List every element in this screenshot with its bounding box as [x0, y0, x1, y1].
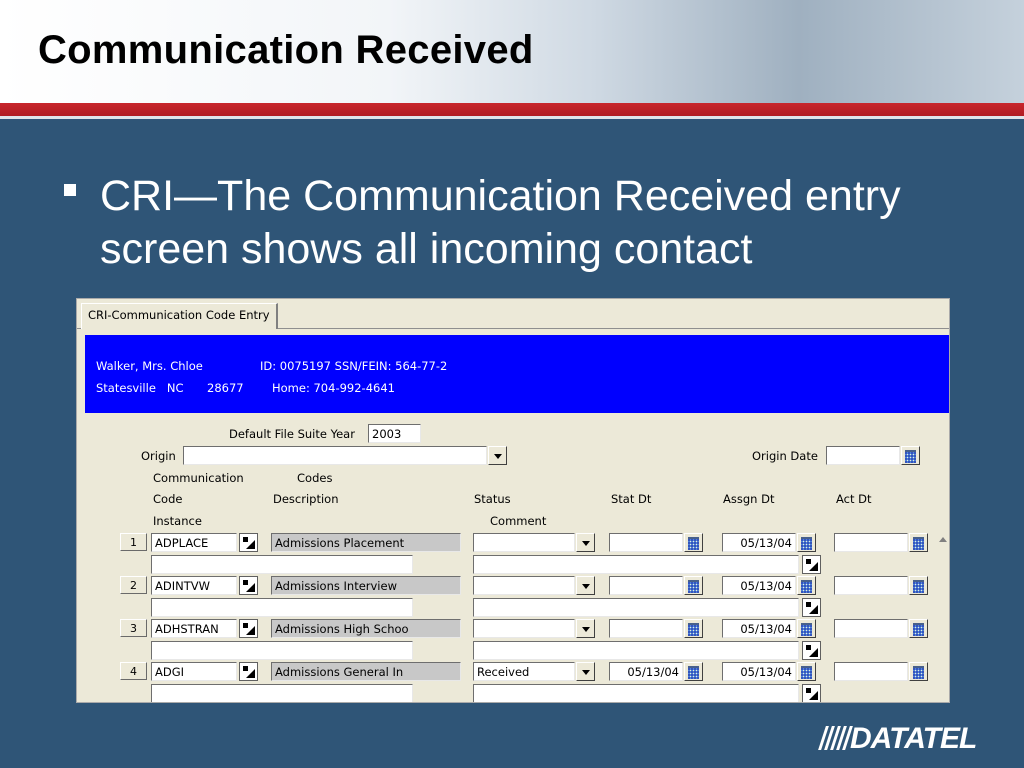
col-comment: Comment [490, 514, 547, 528]
stat-dt-calendar-icon[interactable] [684, 619, 703, 638]
datatel-logo: DATATEL [818, 722, 1010, 755]
code-field[interactable]: ADHSTRAN [151, 619, 237, 638]
assgn-dt-calendar-icon[interactable] [797, 533, 816, 552]
act-dt-calendar-icon[interactable] [909, 662, 928, 681]
stat-dt-calendar-icon[interactable] [684, 576, 703, 595]
comment-field[interactable] [473, 598, 799, 617]
col-status: Status [474, 492, 511, 506]
status-dropdown-icon[interactable] [576, 662, 595, 681]
slide-title: Communication Received [38, 28, 534, 72]
person-id: ID: 0075197 SSN/FEIN: 564-77-2 [260, 359, 448, 373]
origin-date-label: Origin Date [752, 449, 818, 463]
description-field: Admissions Placement [271, 533, 461, 552]
status-dropdown-icon[interactable] [576, 576, 595, 595]
assgn-dt-calendar-icon[interactable] [797, 576, 816, 595]
detail-jump-icon[interactable] [239, 533, 258, 552]
description-field: Admissions General In [271, 662, 461, 681]
stat-dt-field[interactable]: 05/13/04 [609, 662, 683, 681]
assgn-dt-field[interactable]: 05/13/04 [722, 619, 796, 638]
row-number-button[interactable]: 3 [120, 619, 147, 637]
row-number-button[interactable]: 1 [120, 533, 147, 551]
origin-field[interactable] [183, 446, 487, 465]
stat-dt-field[interactable] [609, 533, 683, 552]
logo-text: DATATEL [850, 722, 977, 755]
status-field[interactable]: Received [473, 662, 575, 681]
origin-dropdown-icon[interactable] [488, 446, 507, 465]
status-dropdown-icon[interactable] [576, 533, 595, 552]
assgn-dt-field[interactable]: 05/13/04 [722, 662, 796, 681]
tab-cri-communication-code-entry[interactable]: CRI-Communication Code Entry [81, 303, 278, 329]
comment-field[interactable] [473, 641, 799, 660]
comment-detail-icon[interactable] [802, 641, 821, 660]
act-dt-calendar-icon[interactable] [909, 576, 928, 595]
code-field[interactable]: ADGI [151, 662, 237, 681]
default-file-suite-year-field[interactable]: 2003 [368, 424, 421, 443]
col-communication: Communication [153, 471, 244, 485]
code-field[interactable]: ADPLACE [151, 533, 237, 552]
col-stat-dt: Stat Dt [611, 492, 652, 506]
person-banner: Walker, Mrs. Chloe ID: 0075197 SSN/FEIN:… [85, 335, 949, 413]
col-description: Description [273, 492, 339, 506]
act-dt-field[interactable] [834, 662, 908, 681]
comment-detail-icon[interactable] [802, 684, 821, 702]
origin-label: Origin [141, 449, 176, 463]
detail-jump-icon[interactable] [239, 662, 258, 681]
comment-field[interactable] [473, 555, 799, 574]
default-file-suite-year-label: Default File Suite Year [229, 427, 355, 441]
row-number-button[interactable]: 2 [120, 576, 147, 594]
col-codes: Codes [297, 471, 333, 485]
status-dropdown-icon[interactable] [576, 619, 595, 638]
act-dt-calendar-icon[interactable] [909, 533, 928, 552]
col-code: Code [153, 492, 183, 506]
bullet-text: CRI—The Communication Received entry scr… [100, 172, 901, 273]
person-zip: 28677 [207, 381, 244, 395]
description-field: Admissions Interview [271, 576, 461, 595]
stat-dt-field[interactable] [609, 576, 683, 595]
stat-dt-calendar-icon[interactable] [684, 533, 703, 552]
row-number-button[interactable]: 4 [120, 662, 147, 680]
status-field[interactable] [473, 576, 575, 595]
person-name: Walker, Mrs. Chloe [96, 359, 203, 373]
detail-jump-icon[interactable] [239, 619, 258, 638]
description-field: Admissions High Schoo [271, 619, 461, 638]
comment-detail-icon[interactable] [802, 598, 821, 617]
tab-strip: CRI-Communication Code Entry [77, 299, 949, 329]
person-home-phone: Home: 704-992-4641 [272, 381, 395, 395]
comment-field[interactable] [473, 684, 799, 702]
status-field[interactable] [473, 619, 575, 638]
logo-stripes-icon [818, 726, 853, 750]
col-instance: Instance [153, 514, 202, 528]
code-field[interactable]: ADINTVW [151, 576, 237, 595]
instance-field[interactable] [151, 555, 413, 574]
stat-dt-calendar-icon[interactable] [684, 662, 703, 681]
assgn-dt-field[interactable]: 05/13/04 [722, 533, 796, 552]
person-city-state: Statesville NC [96, 381, 184, 395]
act-dt-field[interactable] [834, 576, 908, 595]
instance-field[interactable] [151, 641, 413, 660]
status-field[interactable] [473, 533, 575, 552]
col-assgn-dt: Assgn Dt [723, 492, 775, 506]
accent-bar [0, 103, 1024, 116]
origin-date-field[interactable] [826, 446, 900, 465]
act-dt-field[interactable] [834, 533, 908, 552]
stat-dt-field[interactable] [609, 619, 683, 638]
origin-date-calendar-icon[interactable] [901, 446, 920, 465]
detail-jump-icon[interactable] [239, 576, 258, 595]
instance-field[interactable] [151, 598, 413, 617]
accent-bar-highlight [0, 116, 1024, 119]
bullet-square-icon [64, 184, 76, 196]
instance-field[interactable] [151, 684, 413, 702]
comment-detail-icon[interactable] [802, 555, 821, 574]
col-act-dt: Act Dt [836, 492, 872, 506]
cri-entry-window: CRI-Communication Code Entry Walker, Mrs… [76, 298, 950, 703]
assgn-dt-calendar-icon[interactable] [797, 662, 816, 681]
assgn-dt-field[interactable]: 05/13/04 [722, 576, 796, 595]
act-dt-calendar-icon[interactable] [909, 619, 928, 638]
act-dt-field[interactable] [834, 619, 908, 638]
slide-header: Communication Received [0, 0, 1024, 103]
assgn-dt-calendar-icon[interactable] [797, 619, 816, 638]
scroll-up-arrow-icon[interactable] [935, 532, 949, 548]
